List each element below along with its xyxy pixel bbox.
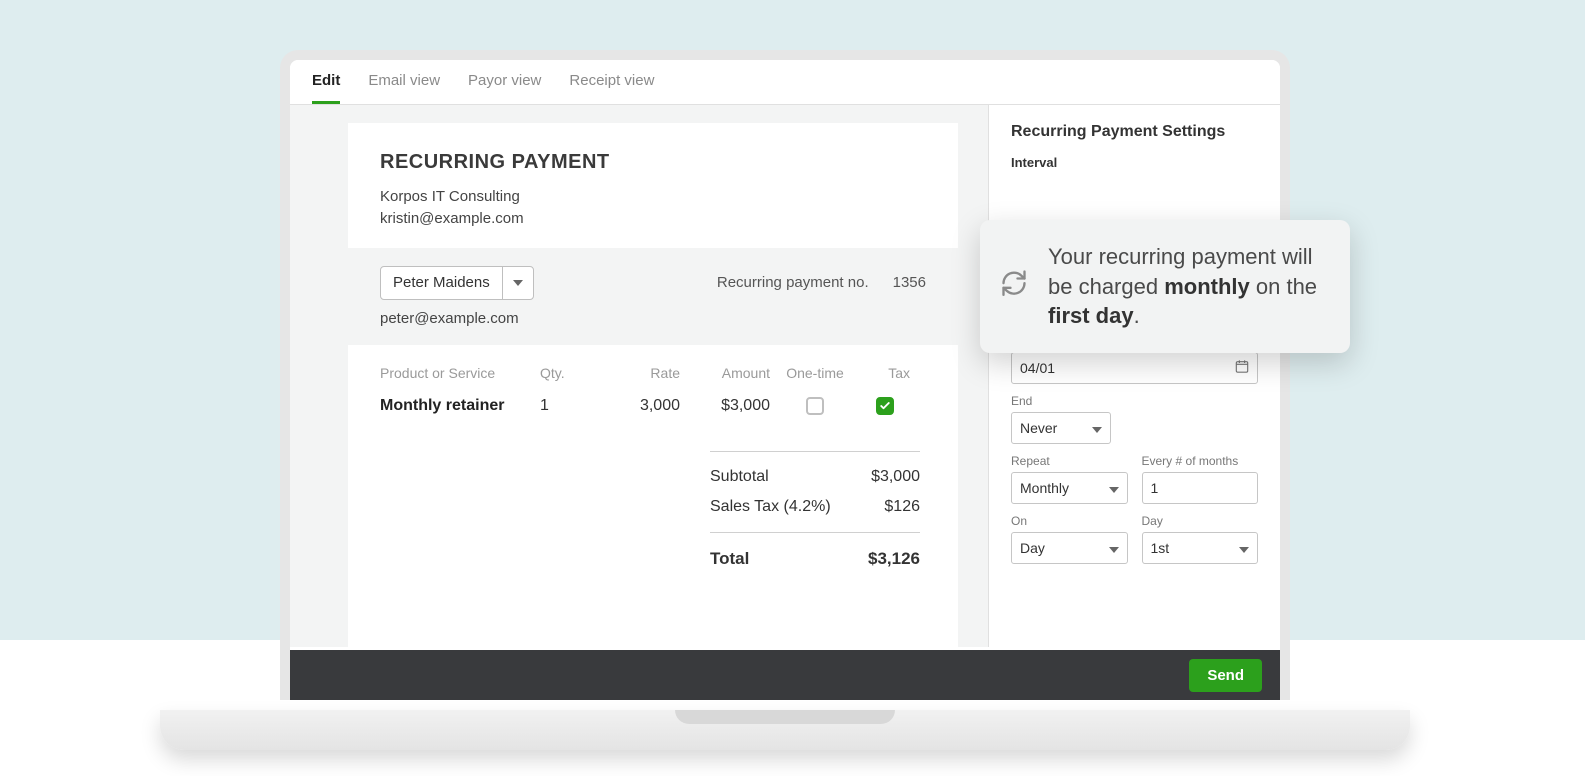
salestax-label: Sales Tax (4.2%)	[710, 498, 831, 516]
invoice-title: RECURRING PAYMENT	[380, 151, 926, 174]
payor-email: peter@example.com	[380, 310, 926, 327]
start-date-input[interactable]: 04/01	[1011, 352, 1258, 384]
payor-name: Peter Maidens	[381, 267, 503, 299]
payor-row: Peter Maidens Recurring payment no. 1356	[380, 266, 926, 300]
end-value: Never	[1020, 420, 1057, 436]
on-value: Day	[1020, 540, 1045, 556]
chevron-down-icon	[1239, 540, 1249, 556]
laptop-frame: Edit Email view Payor view Receipt view …	[280, 50, 1290, 700]
col-onetime: One-time	[770, 365, 860, 381]
chevron-down-icon	[1109, 540, 1119, 556]
laptop-screen: Edit Email view Payor view Receipt view …	[280, 50, 1290, 700]
on-select[interactable]: Day	[1011, 532, 1128, 564]
refresh-icon	[1000, 269, 1028, 305]
chevron-down-icon	[1109, 480, 1119, 496]
day-label: Day	[1142, 514, 1259, 528]
payor-section: Peter Maidens Recurring payment no. 1356…	[348, 248, 958, 345]
tab-payor-view[interactable]: Payor view	[468, 72, 541, 104]
laptop-base	[160, 710, 1410, 750]
repeat-value: Monthly	[1020, 480, 1069, 496]
interval-label: Interval	[1011, 155, 1258, 170]
bottom-bar: Send	[290, 650, 1280, 700]
every-input[interactable]: 1	[1142, 472, 1259, 504]
calendar-icon	[1235, 360, 1249, 377]
end-label: End	[1011, 394, 1258, 408]
on-label: On	[1011, 514, 1128, 528]
total-row: Total $3,126	[710, 543, 920, 575]
col-tax: Tax	[860, 365, 910, 381]
settings-panel: Recurring Payment Settings Interval Star…	[988, 105, 1280, 647]
col-amount: Amount	[680, 365, 770, 381]
recurring-summary-tooltip: Your recurring payment will be charged m…	[980, 220, 1350, 353]
line-items: Product or Service Qty. Rate Amount One-…	[348, 345, 958, 603]
line-item-row: Monthly retainer 1 3,000 $3,000	[380, 397, 926, 415]
recurring-label: Recurring payment no.	[717, 274, 869, 291]
invoice-company-email: kristin@example.com	[380, 208, 926, 230]
payor-select[interactable]: Peter Maidens	[380, 266, 534, 300]
end-select[interactable]: Never	[1011, 412, 1111, 444]
line-qty: 1	[540, 397, 600, 415]
start-value: 04/01	[1020, 360, 1055, 376]
tab-email-view[interactable]: Email view	[368, 72, 440, 104]
tab-receipt-view[interactable]: Receipt view	[569, 72, 654, 104]
tooltip-text-post: .	[1134, 303, 1140, 328]
totals: Subtotal $3,000 Sales Tax (4.2%) $126 To…	[710, 451, 920, 575]
salestax-value: $126	[884, 498, 920, 516]
total-value: $3,126	[868, 549, 920, 569]
subtotal-label: Subtotal	[710, 468, 769, 486]
tooltip-text-mid: on the	[1250, 274, 1317, 299]
line-rate: 3,000	[600, 397, 680, 415]
tab-edit[interactable]: Edit	[312, 72, 340, 104]
recurring-number: Recurring payment no. 1356	[717, 274, 926, 291]
tabs-bar: Edit Email view Payor view Receipt view	[290, 60, 1280, 105]
recurring-no: 1356	[893, 274, 926, 291]
tax-checkbox[interactable]	[876, 397, 894, 415]
invoice-company: Korpos IT Consulting	[380, 186, 926, 208]
chevron-down-icon	[1092, 420, 1102, 436]
day-select[interactable]: 1st	[1142, 532, 1259, 564]
tooltip-bold-firstday: first day	[1048, 303, 1134, 328]
laptop-notch	[675, 710, 895, 724]
col-rate: Rate	[600, 365, 680, 381]
line-items-header: Product or Service Qty. Rate Amount One-…	[380, 365, 926, 397]
line-onetime	[770, 397, 860, 415]
subtotal-value: $3,000	[871, 468, 920, 486]
subtotal-row: Subtotal $3,000	[710, 462, 920, 492]
check-icon	[879, 400, 891, 412]
content-area: RECURRING PAYMENT Korpos IT Consulting k…	[290, 105, 1280, 647]
every-value: 1	[1151, 480, 1159, 496]
chevron-down-icon	[503, 280, 533, 286]
salestax-row: Sales Tax (4.2%) $126	[710, 492, 920, 522]
line-product: Monthly retainer	[380, 397, 540, 415]
onetime-checkbox[interactable]	[806, 397, 824, 415]
send-button[interactable]: Send	[1189, 659, 1262, 692]
every-label: Every # of months	[1142, 454, 1259, 468]
tooltip-bold-monthly: monthly	[1164, 274, 1250, 299]
total-label: Total	[710, 549, 749, 569]
day-value: 1st	[1151, 540, 1170, 556]
col-qty: Qty.	[540, 365, 600, 381]
settings-title: Recurring Payment Settings	[1011, 123, 1258, 141]
invoice-panel: RECURRING PAYMENT Korpos IT Consulting k…	[348, 123, 958, 647]
repeat-select[interactable]: Monthly	[1011, 472, 1128, 504]
line-tax	[860, 397, 910, 415]
line-amount: $3,000	[680, 397, 770, 415]
repeat-label: Repeat	[1011, 454, 1128, 468]
col-product: Product or Service	[380, 365, 540, 381]
invoice-header: RECURRING PAYMENT Korpos IT Consulting k…	[348, 123, 958, 248]
